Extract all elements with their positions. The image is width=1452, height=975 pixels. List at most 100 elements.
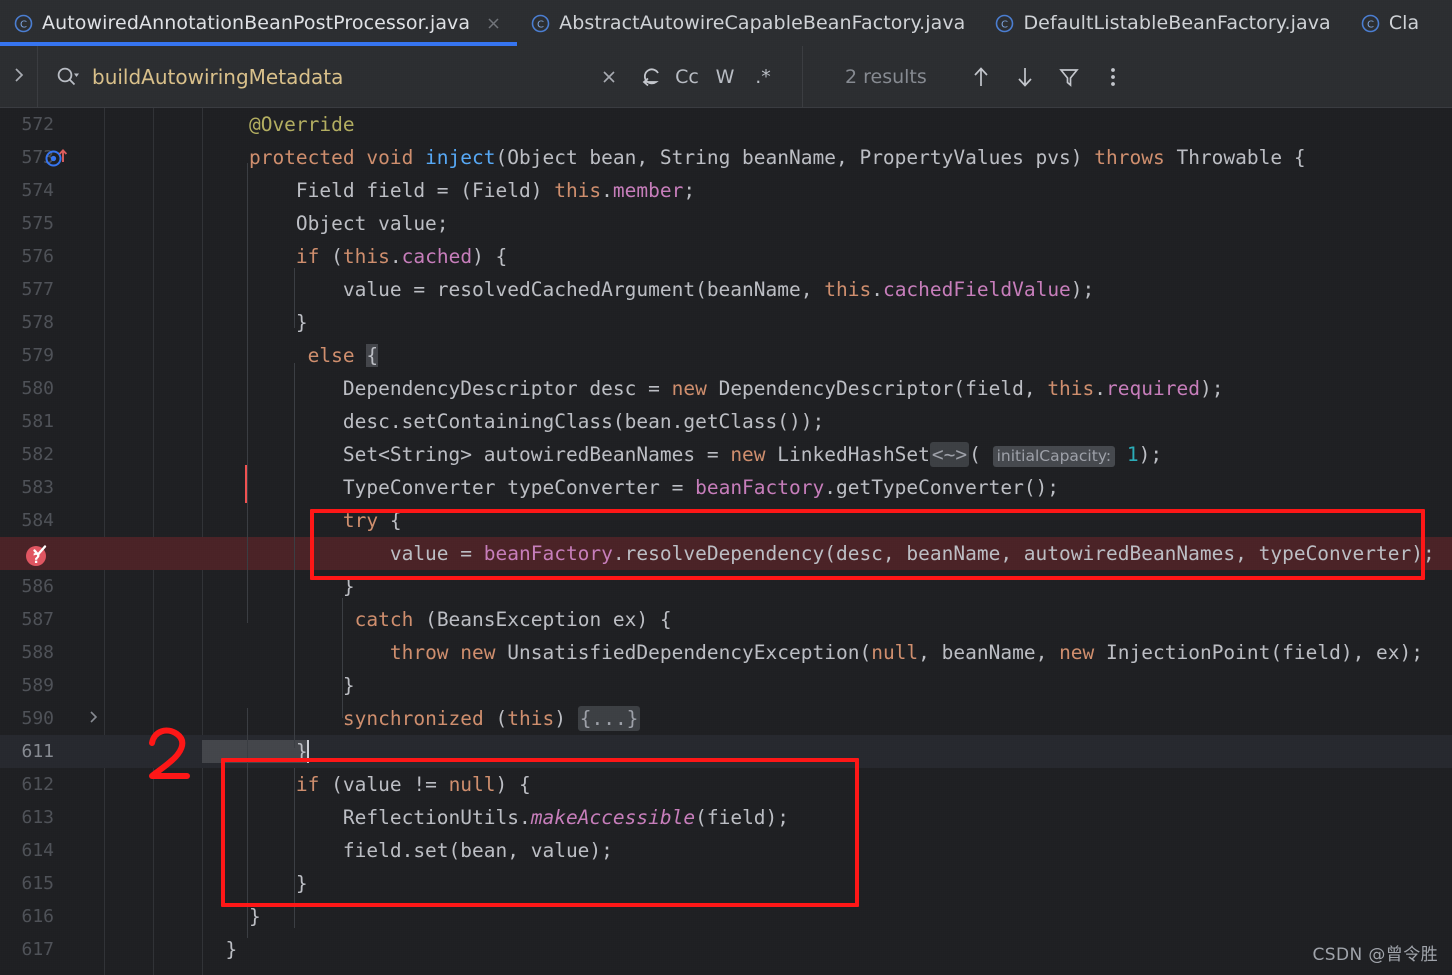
line-number: 580 [21,378,54,399]
more-options-button[interactable] [1093,60,1133,94]
code-text: TypeConverter typeConverter = beanFactor… [202,476,1060,499]
code-lines-container: 572 @Override 573 protected void inject(… [0,108,1452,975]
line-number: 589 [21,675,54,696]
line-number: 617 [21,939,54,960]
code-line-578[interactable]: 578 } [0,306,1452,339]
code-line-584[interactable]: 584 try { [0,504,1452,537]
code-line-615[interactable]: 615 } [0,867,1452,900]
type-inlay-hint[interactable]: <~> [929,442,970,467]
code-text: } [202,905,261,928]
search-icon[interactable] [54,64,80,90]
code-line-583[interactable]: 583 TypeConverter typeConverter = beanFa… [0,465,1452,504]
code-line-574[interactable]: 574 Field field = (Field) this.member; [0,174,1452,207]
line-number: 588 [21,642,54,663]
code-line-616[interactable]: 616 } [0,900,1452,933]
line-number: 582 [21,444,54,465]
line-number: 577 [21,279,54,300]
code-text: protected void inject(Object bean, Strin… [202,146,1306,169]
code-line-576[interactable]: 576 if (this.cached) { [0,240,1452,273]
regex-toggle[interactable]: .* [746,62,780,92]
line-number: 578 [21,312,54,333]
indent-guide [247,708,248,938]
code-line-618[interactable]: 618 [0,966,1452,975]
line-number: 618 [0,966,54,975]
indent-guide [294,768,295,928]
code-text: synchronized (this) {...} [342,706,641,731]
svg-text:C: C [1367,19,1374,30]
conditional-breakpoint-icon[interactable]: ? [22,540,52,570]
override-method-icon[interactable] [44,146,70,172]
code-line-582[interactable]: 582 Set<String> autowiredBeanNames = new… [0,438,1452,471]
indent-guide [294,363,295,748]
parameter-name-hint: initialCapacity: [992,446,1116,467]
java-class-icon: C [14,14,33,33]
code-line-611[interactable]: 611 } [0,735,1452,768]
code-text: field.set(bean, value); [202,839,613,862]
code-text: ReflectionUtils.makeAccessible(field); [202,806,790,829]
code-line-572[interactable]: 572 @Override [0,108,1452,141]
code-text: } [202,740,309,763]
code-line-573[interactable]: 573 protected void inject(Object bean, S… [0,141,1452,174]
chevron-right-icon [11,66,27,88]
search-results-count: 2 results [845,65,927,88]
code-line-617[interactable]: 617 } [0,933,1452,966]
text-caret [306,740,309,763]
code-line-590[interactable]: 590 synchronized (this) {...} [0,702,1452,735]
match-case-toggle[interactable]: Cc [670,62,704,92]
editor-tab-autowiredannotationbeanpostprocessor[interactable]: C AutowiredAnnotationBeanPostProcessor.j… [0,0,518,46]
whole-words-toggle[interactable]: W [708,62,742,92]
toolbar-divider [802,45,803,108]
code-line-586[interactable]: 586 } [0,570,1452,603]
code-line-588[interactable]: 588 throw new UnsatisfiedDependencyExcep… [0,636,1452,669]
java-class-icon: C [995,14,1014,33]
line-number: 612 [21,774,54,795]
code-line-575[interactable]: 575 Object value; [0,207,1452,240]
editor-tab-defaultlistablebeanfactory[interactable]: C DefaultListableBeanFactory.java [981,0,1346,46]
code-text: else { [307,344,379,367]
code-line-612[interactable]: 612 if (value != null) { [0,768,1452,801]
code-text: try { [342,509,402,532]
code-line-579[interactable]: 579 else { [0,339,1452,372]
line-number: 611 [21,741,54,762]
filter-icon[interactable] [1049,60,1089,94]
code-line-589[interactable]: 589 } [0,669,1452,702]
close-icon[interactable] [486,16,501,31]
code-line-587[interactable]: 587 catch (BeansException ex) { [0,603,1452,636]
code-text: DependencyDescriptor desc = new Dependen… [202,377,1224,400]
code-line-614[interactable]: 614 field.set(bean, value); [0,834,1452,867]
editor-tab-cla-truncated[interactable]: C Cla [1347,0,1436,46]
editor-tab-abstractautowirecapablebeanfactory[interactable]: C AbstractAutowireCapableBeanFactory.jav… [517,0,981,46]
find-toolbar: Cc W .* 2 results [0,45,1452,108]
previous-match-button[interactable] [961,60,1001,94]
code-text: @Override [202,113,355,136]
code-line-581[interactable]: 581 desc.setContainingClass(bean.getClas… [0,405,1452,438]
find-input-wrapper[interactable] [38,46,594,108]
regex-loop-toggle[interactable] [636,62,666,92]
java-class-icon: C [531,14,550,33]
ide-window: C AutowiredAnnotationBeanPostProcessor.j… [0,0,1452,975]
code-line-585-highlighted[interactable]: ? value = beanFactory.resolveDependency(… [0,537,1452,570]
search-input[interactable] [92,64,594,89]
code-text: catch (BeansException ex) { [354,608,672,631]
fold-expand-chevron-right-icon[interactable] [86,702,102,735]
editor-tab-label: Cla [1388,12,1420,34]
svg-text:C: C [1001,19,1008,30]
collapsed-code-fold[interactable]: {...} [577,706,641,731]
code-line-613[interactable]: 613 ReflectionUtils.makeAccessible(field… [0,801,1452,834]
expand-find-panel-button[interactable] [0,45,38,108]
clear-search-button[interactable] [594,62,624,92]
code-text: if (value != null) { [295,773,531,796]
code-line-577[interactable]: 577 value = resolvedCachedArgument(beanN… [0,273,1452,306]
svg-text:C: C [20,19,27,30]
next-match-button[interactable] [1005,60,1045,94]
svg-text:?: ? [33,552,41,567]
code-text: desc.setContainingClass(bean.getClass())… [202,410,825,433]
editor-tab-bar: C AutowiredAnnotationBeanPostProcessor.j… [0,0,1452,46]
code-text: Object value; [202,212,449,235]
line-number: 574 [21,180,54,201]
code-line-580[interactable]: 580 DependencyDescriptor desc = new Depe… [0,372,1452,405]
line-number: 575 [21,213,54,234]
line-number: 579 [21,345,54,366]
line-number: 616 [21,906,54,927]
code-editor[interactable]: 572 @Override 573 protected void inject(… [0,108,1452,975]
